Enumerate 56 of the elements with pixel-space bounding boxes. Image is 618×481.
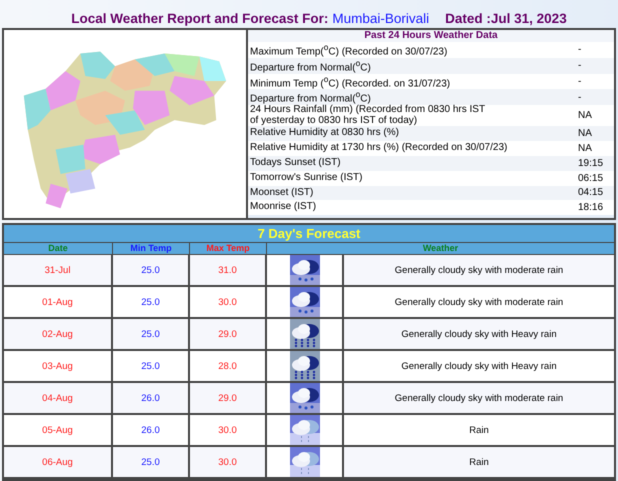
data-value: - [578,92,582,103]
column-header: Date [4,243,113,255]
data-value: 18:16 [578,202,604,214]
data-label: Relative Humidity at 0830 hrs (%) [250,128,400,139]
location-name: Mumbai-Borivali [332,11,430,26]
weather-description: Generally cloudy sky with moderate rain [344,383,614,415]
weather-description: Generally cloudy sky with Heavy rain [344,319,614,351]
data-value: - [578,44,582,56]
table-cell: 25.0 [113,319,190,351]
table-cell: 29.0 [190,383,267,415]
forecast-heading: 7 Day's Forecast [4,225,614,243]
table-cell: 26.0 [113,383,190,415]
column-header: Weather [267,243,614,255]
data-label: Minimum Temp ($^{o}$C) (Recorded. on 31/07/23) [250,74,452,90]
data-label: Moonrise (IST) [250,202,318,213]
table-cell: 25.0 [113,287,190,319]
table-cell: 30.0 [190,415,267,447]
data-value: - [578,76,582,88]
report-title: Local Weather Report and Forecast For: [71,11,328,26]
data-label: 24 Hours Rainfall (mm) (Recorded from 0830 hrs IST of yesterday to 0830 hrs IST of today) [250,105,486,126]
date-cell: 06-Aug [4,447,113,479]
data-label: Moonset (IST) [250,188,314,198]
table-cell: 25.0 [113,351,190,383]
table-cell: 28.0 [190,351,267,383]
table-cell: 25.0 [113,447,190,479]
date-cell: 01-Aug [4,287,113,319]
data-label: Todays Sunset (IST) [250,158,342,169]
data-value: NA [578,110,593,122]
data-value: NA [578,143,593,154]
column-header: Min Temp [113,243,190,255]
table-cell: 30.0 [190,447,267,479]
date-cell: 03-Aug [4,351,113,383]
table-cell: 31.0 [190,255,267,287]
data-value: 06:15 [578,172,604,184]
date-cell: 31-Jul [4,255,113,287]
date-cell: 02-Aug [4,319,113,351]
data-value: 19:15 [578,158,604,169]
report-date: Dated :Jul 31, 2023 [445,11,567,26]
date-cell: 04-Aug [4,383,113,415]
data-label: Relative Humidity at 1730 hrs (%) (Recorded on 30/07/23) [250,143,508,154]
section-heading: Past 24 Hours Weather Data [248,30,614,42]
table-cell: 26.0 [113,415,190,447]
data-label: Departure from Normal($^{o}$C) [250,89,371,105]
data-label: Tomorrow's Sunrise (IST) [250,172,364,184]
data-label: Departure from Normal($^{o}$C) [250,58,372,74]
table-cell: 29.0 [190,319,267,351]
date-cell: 05-Aug [4,415,113,447]
table-cell: 30.0 [190,287,267,319]
data-value: NA [578,128,593,140]
table-cell: 25.0 [113,255,190,287]
column-header: Max Temp [190,243,267,255]
weather-description: Rain [344,447,614,479]
data-value: 04:15 [578,187,604,198]
weather-description: Generally cloudy sky with moderate rain [344,255,614,287]
data-label: Maximum Temp($^{o}$C) (Recorded on 30/07/23) [250,42,448,58]
data-value: - [578,60,582,72]
